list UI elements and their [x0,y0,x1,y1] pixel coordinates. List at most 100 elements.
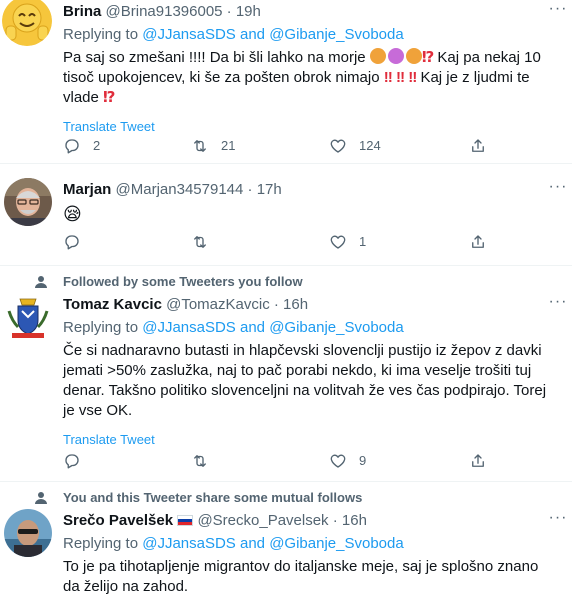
tweet-marjan[interactable]: Marjan @Marjan34579144 · 17h 😪 ··· 1 [0,164,572,266]
separator-dot: · [332,512,338,529]
person-icon [35,276,47,288]
like-button[interactable]: 1 [329,231,366,253]
replying-to: Replying to @JJansaSDS and @Gibanje_Svob… [63,318,556,338]
sleepy-face-emoji-icon: 😪 [63,204,82,224]
mention-link[interactable]: @JJansaSDS [142,535,236,552]
mention-link[interactable]: @JJansaSDS [142,319,236,336]
tweet-header: Marjan @Marjan34579144 · 17h [63,180,556,200]
like-button[interactable]: 124 [329,135,381,157]
woman-shrugging-emoji-icon [369,48,386,64]
replying-to: Replying to @JJansaSDS and @Gibanje_Svob… [63,25,556,45]
mention-link[interactable]: @Gibanje_Svoboda [269,535,404,552]
slovenia-flag-icon [177,515,194,526]
more-icon[interactable]: ··· [548,1,568,22]
user-handle[interactable]: @Marjan34579144 [116,181,244,198]
replying-to-label: Replying to [63,319,139,336]
separator-dot: · [226,3,232,20]
replying-to-label: Replying to [63,535,139,552]
retweet-icon [194,140,206,152]
mention-link[interactable]: @Gibanje_Svoboda [269,319,404,336]
retweet-button[interactable] [191,450,221,472]
woman-shrugging-emoji-icon [405,48,422,64]
like-icon [330,139,346,153]
more-icon[interactable]: ··· [548,294,568,315]
share-button[interactable] [469,450,487,472]
reply-icon [65,139,79,154]
share-icon [472,454,484,467]
reply-button[interactable]: 2 [63,135,100,157]
like-count: 9 [359,453,367,468]
tweet-text-segment: Pa saj so zmešani !!!! Da bi šli lahko n… [63,49,366,66]
avatar[interactable] [4,509,52,557]
retweet-count: 21 [221,138,236,153]
replying-to: Replying to @JJansaSDS and @Gibanje_Svob… [63,534,556,554]
double-exclamation-emoji-icon: ‼ [383,69,393,86]
tweet-brina[interactable]: Brina @Brina91396005 · 19h Replying to @… [0,0,572,164]
reply-icon [65,235,79,250]
share-button[interactable] [469,135,487,157]
like-icon [330,235,346,249]
timestamp[interactable]: 17h [257,181,282,198]
retweet-icon [194,455,206,467]
tweet-actions: 9 [63,450,513,472]
social-context: You and this Tweeter share some mutual f… [63,490,363,505]
mention-link[interactable]: @JJansaSDS [142,26,236,43]
tweet-header: Tomaz Kavcic @TomazKavcic · 16h [63,295,556,315]
reply-button[interactable] [63,231,93,253]
like-count: 124 [359,138,381,153]
more-icon[interactable]: ··· [548,179,568,200]
tweet-text-segment: tisoč upokojencev, ki še za pošten obrok… [63,69,380,86]
double-exclamation-emoji-icon: ‼ [408,69,417,86]
reply-icon [65,454,79,469]
tweet-actions: 1 [63,231,513,253]
mention-and[interactable]: and [240,319,265,336]
replying-to-label: Replying to [63,26,139,43]
mention-and[interactable]: and [240,535,265,552]
timestamp[interactable]: 16h [283,296,308,313]
display-name[interactable]: Tomaz Kavcic [63,296,162,313]
share-icon [472,139,484,152]
avatar[interactable] [2,0,52,46]
timestamp[interactable]: 16h [342,512,367,529]
interrobang-emoji-icon: ⁉ [421,49,434,66]
like-button[interactable]: 9 [329,450,366,472]
tweet-text: To je pa tihotapljenje migrantov do ital… [63,558,539,595]
display-name[interactable]: Brina [63,3,101,20]
mention-and[interactable]: and [240,26,265,43]
user-handle[interactable]: @Brina91396005 [106,3,223,20]
woman-shrugging-emoji-icon [387,48,404,64]
retweet-icon [194,236,206,248]
tweet-tomaz-kavcic[interactable]: Followed by some Tweeters you follow Tom… [0,266,572,482]
share-icon [472,235,484,248]
social-context: Followed by some Tweeters you follow [63,274,303,289]
avatar[interactable] [4,293,52,341]
reply-count: 2 [93,138,101,153]
tweet-sreco-pavelsek[interactable]: You and this Tweeter share some mutual f… [0,482,572,600]
retweet-button[interactable] [191,231,221,253]
mention-link[interactable]: @Gibanje_Svoboda [269,26,404,43]
tweet-text: Če si nadnaravno butasti in hlapčevski s… [63,342,547,419]
display-name[interactable]: Srečo Pavelšek [63,512,173,529]
retweet-button[interactable]: 21 [191,135,235,157]
interrobang-emoji-icon: ⁉ [103,89,115,106]
user-handle[interactable]: @TomazKavcic [166,296,270,313]
user-handle[interactable]: @Srecko_Pavelsek [197,512,328,529]
more-icon[interactable]: ··· [548,510,568,531]
avatar[interactable] [4,178,52,226]
tweet-text: 😪 [63,204,556,224]
reply-button[interactable] [63,450,93,472]
share-button[interactable] [469,231,487,253]
tweet-text-segment: Kaj pa nekaj 10 [437,49,541,66]
like-count: 1 [359,234,367,249]
double-exclamation-emoji-icon: ‼ [395,69,405,86]
display-name[interactable]: Marjan [63,181,111,198]
tweet-text-segment: vlade [63,89,99,106]
tweet-header: Srečo Pavelšek @Srecko_Pavelsek · 16h [63,511,556,531]
timestamp[interactable]: 19h [236,3,261,20]
translate-tweet-link[interactable]: Translate Tweet [63,117,556,137]
separator-dot: · [247,181,253,198]
translate-tweet-link[interactable]: Translate Tweet [63,430,556,450]
tweet-header: Brina @Brina91396005 · 19h [63,2,556,22]
tweet-text: Pa saj so zmešani !!!! Da bi šli lahko n… [63,48,556,108]
person-icon [35,492,47,504]
